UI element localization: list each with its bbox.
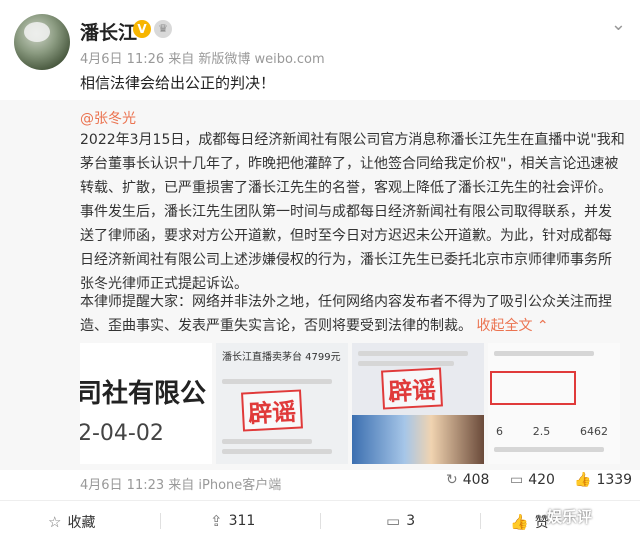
more-chevron-icon[interactable]: ⌄ — [611, 14, 626, 35]
crown-icon: ♛ — [154, 20, 172, 38]
repost-stat-likes[interactable]: 👍 1339 — [574, 472, 632, 488]
image-4-numbers: 6 2.5 6462 — [496, 425, 608, 438]
thumbs-up-icon: 👍 — [574, 472, 592, 488]
verified-badge-icon: V — [133, 20, 151, 38]
repost-icon: ⇪ — [210, 512, 223, 530]
author-name[interactable]: 潘长江 — [80, 18, 137, 45]
repost-stat-comments[interactable]: ▭ 420 — [510, 472, 555, 488]
image-thumb-3[interactable]: 辟谣 — [352, 343, 484, 464]
post-meta: 4月6日 11:26 来自 新版微博 weibo.com — [80, 52, 325, 67]
repost-paragraph-1: 2022年3月15日，成都每日经济新闻社有限公司官方消息称潘长江先生在直播中说"… — [80, 132, 625, 292]
image-2-line — [222, 439, 312, 444]
image-1-date: 2-04-02 — [80, 421, 164, 446]
repost-mention[interactable]: @张冬光 — [80, 108, 136, 128]
image-3-rumor-stamp: 辟谣 — [381, 367, 443, 410]
image-4-line — [494, 351, 594, 356]
watermark: 娱乐评 — [547, 508, 593, 526]
repost-meta: 4月6日 11:23 来自 iPhone客户端 — [80, 478, 282, 493]
image-4-highlight-box — [490, 371, 576, 405]
favorite-button[interactable]: ☆ 收藏 — [48, 512, 95, 532]
image-grid: 司社有限公 2-04-02 潘长江直播卖茅台 4799元 辟谣 辟谣 6 2.5… — [80, 343, 623, 464]
post-text: 相信法律会给出公正的判决！ — [80, 74, 276, 92]
image-thumb-4[interactable]: 6 2.5 6462 — [488, 343, 620, 464]
divider — [160, 513, 161, 529]
divider — [480, 513, 481, 529]
image-3-photo — [352, 415, 484, 464]
star-icon: ☆ — [48, 513, 62, 531]
repost-button[interactable]: ⇪ 311 — [210, 512, 255, 530]
image-1-text: 司社有限公 — [80, 379, 207, 409]
image-thumb-2[interactable]: 潘长江直播卖茅台 4799元 辟谣 — [216, 343, 348, 464]
like-button[interactable]: 👍 赞 — [510, 512, 549, 532]
repost-paragraph-2: 本律师提醒大家：网络并非法外之地，任何网络内容发布者不得为了吸引公众关注而捏造、… — [80, 290, 625, 338]
image-3-line — [358, 361, 454, 366]
thumbs-up-icon: 👍 — [510, 513, 529, 531]
author-avatar[interactable] — [14, 14, 70, 70]
comment-icon: ▭ — [386, 512, 401, 530]
image-2-rumor-stamp: 辟谣 — [241, 389, 303, 432]
image-2-line — [222, 379, 332, 384]
action-bar: ☆ 收藏 ⇪ 311 ▭ 3 👍 赞 — [0, 500, 640, 537]
image-2-line — [222, 449, 332, 454]
image-3-line — [358, 351, 468, 356]
comment-button[interactable]: ▭ 3 — [386, 512, 415, 530]
image-thumb-1[interactable]: 司社有限公 2-04-02 — [80, 343, 212, 464]
post-header: 潘长江 V ♛ 4月6日 11:26 来自 新版微博 weibo.com ⌄ 相… — [0, 0, 640, 100]
collapse-fulltext-link[interactable]: 收起全文 ⌃ — [476, 318, 548, 334]
image-2-header: 潘长江直播卖茅台 4799元 — [222, 352, 341, 363]
collapse-arrow-icon: ⌃ — [536, 318, 549, 334]
repost-icon: ↻ — [446, 472, 458, 488]
comment-icon: ▭ — [510, 472, 524, 488]
image-4-line — [494, 447, 604, 452]
repost-stat-reposts[interactable]: ↻ 408 — [446, 472, 489, 488]
divider — [320, 513, 321, 529]
